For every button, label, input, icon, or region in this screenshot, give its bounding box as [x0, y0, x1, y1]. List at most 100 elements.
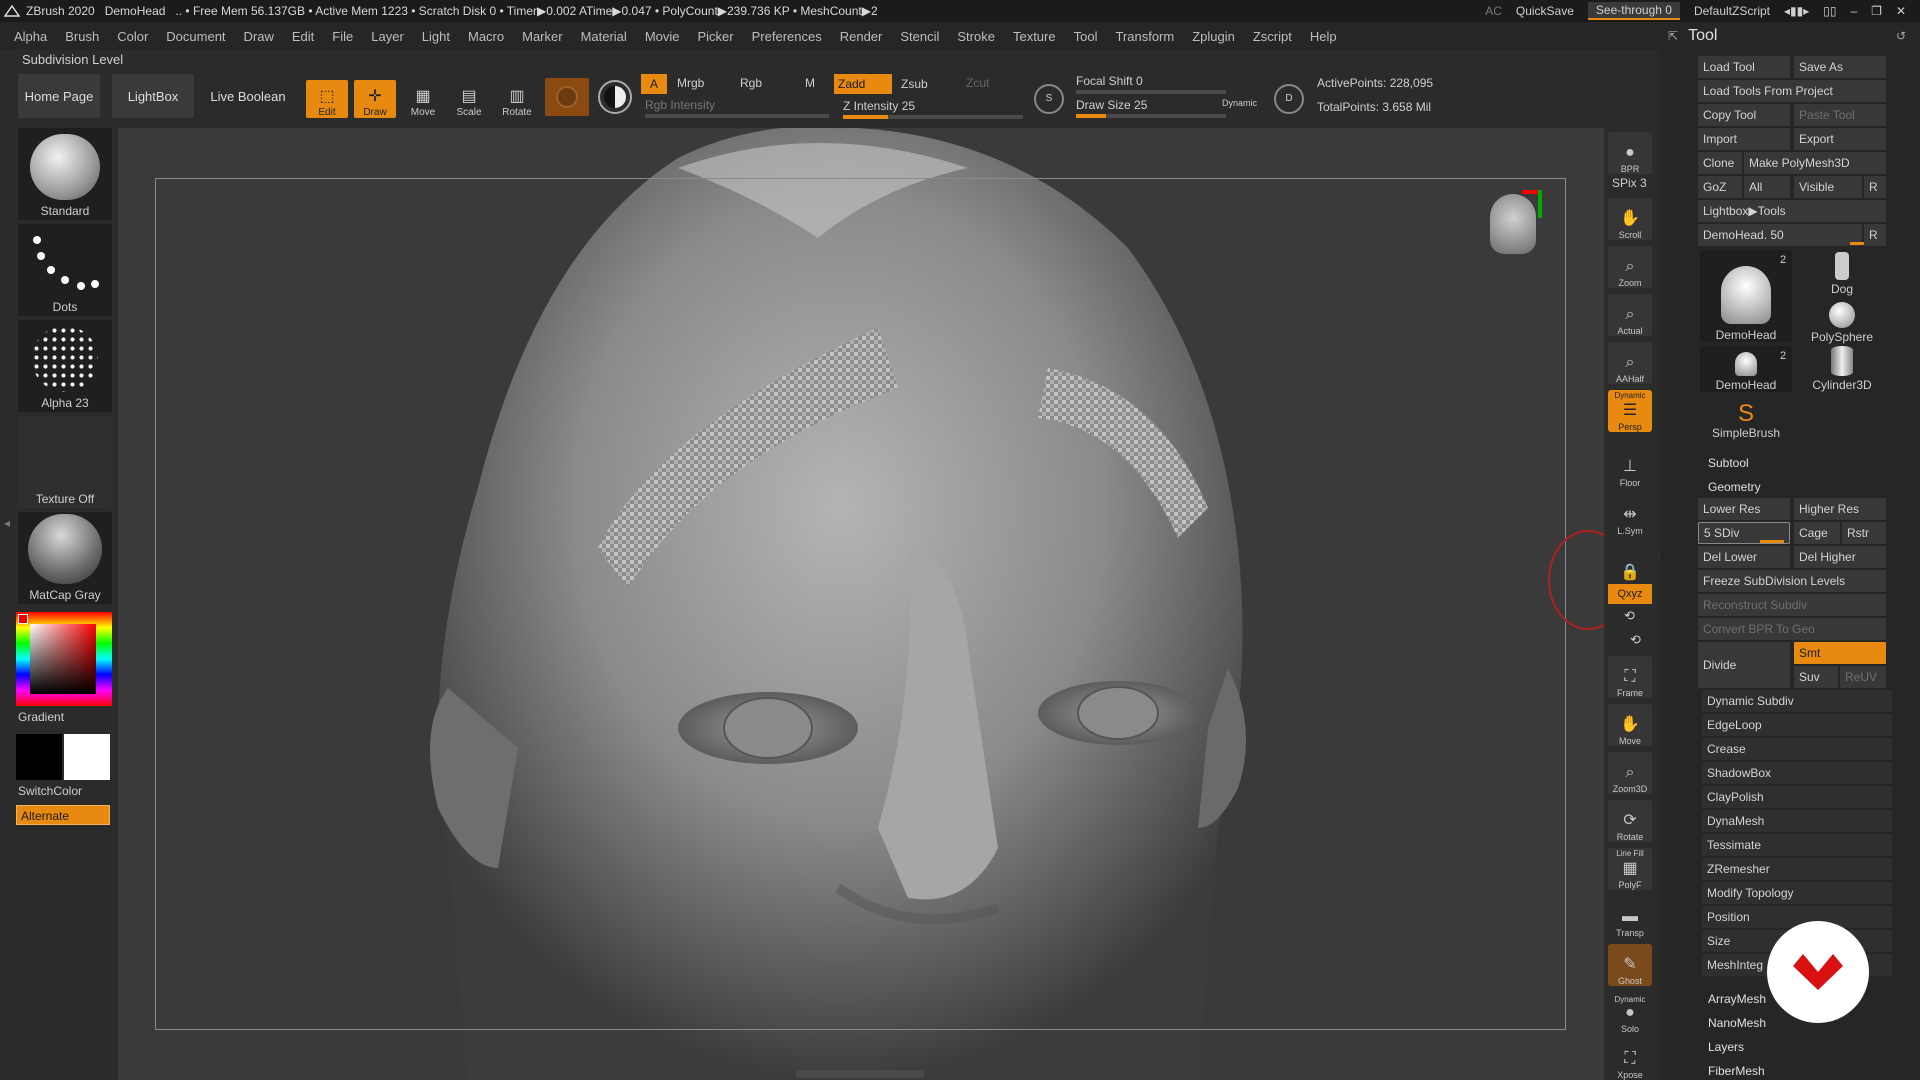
- goz-button[interactable]: GoZ: [1698, 176, 1742, 198]
- aahalf-button[interactable]: ⌕ AAHalf: [1608, 342, 1652, 384]
- copy-tool-button[interactable]: Copy Tool: [1698, 104, 1790, 126]
- a-toggle[interactable]: A: [641, 74, 667, 94]
- move-mode-button[interactable]: ▦ Move: [402, 80, 444, 119]
- zoom-button[interactable]: ⌕ Zoom: [1608, 246, 1652, 288]
- menu-picker[interactable]: Picker: [698, 29, 734, 44]
- lightbox-button[interactable]: LightBox: [112, 74, 194, 118]
- texture-mode-button[interactable]: [598, 80, 632, 114]
- nanomesh-header[interactable]: NanoMesh: [1708, 1016, 1766, 1030]
- scroll-button[interactable]: ✋ Scroll: [1608, 198, 1652, 240]
- stroke-selector[interactable]: Dots: [18, 224, 112, 316]
- secondary-color-swatch[interactable]: [64, 734, 110, 780]
- z-rotate-icon[interactable]: ⟲: [1630, 632, 1641, 648]
- lock-button[interactable]: 🔒: [1608, 542, 1652, 584]
- goz-r-button[interactable]: R: [1864, 176, 1886, 198]
- bpr-render-button[interactable]: ● BPR: [1608, 132, 1652, 174]
- menu-alpha[interactable]: Alpha: [14, 29, 47, 44]
- current-tool-r-button[interactable]: R: [1864, 224, 1886, 246]
- close-icon[interactable]: ✕: [1896, 4, 1906, 18]
- import-button[interactable]: Import: [1698, 128, 1790, 150]
- lsym-button[interactable]: ⇹ L.Sym: [1608, 494, 1652, 536]
- actual-button[interactable]: ⌕ Actual: [1608, 294, 1652, 336]
- navigation-skull-gizmo[interactable]: [1486, 190, 1542, 280]
- tool-thumb-cylinder3d[interactable]: Cylinder3D: [1796, 346, 1888, 392]
- material-selector[interactable]: MatCap Gray: [18, 512, 112, 604]
- switch-color-button[interactable]: SwitchColor: [18, 784, 82, 798]
- lightbox-tools-button[interactable]: Lightbox▶Tools: [1698, 200, 1886, 222]
- clone-button[interactable]: Clone: [1698, 152, 1742, 174]
- solo-button[interactable]: Dynamic ● Solo: [1608, 992, 1652, 1034]
- divide-button[interactable]: Divide: [1698, 642, 1790, 688]
- move-view-button[interactable]: ✋ Move: [1608, 704, 1652, 746]
- menu-zplugin[interactable]: Zplugin: [1192, 29, 1235, 44]
- menu-zscript[interactable]: Zscript: [1253, 29, 1292, 44]
- menu-layer[interactable]: Layer: [371, 29, 404, 44]
- floor-button[interactable]: ⊥ Floor: [1608, 446, 1652, 488]
- left-collapse-icon[interactable]: ◂: [4, 516, 10, 530]
- polyf-button[interactable]: Line Fill ▦ PolyF: [1608, 848, 1652, 890]
- save-as-button[interactable]: Save As: [1794, 56, 1886, 78]
- persp-button[interactable]: Dynamic ☰ Persp: [1608, 390, 1652, 432]
- m-toggle[interactable]: M: [805, 76, 815, 90]
- freeze-subdivision-button[interactable]: Freeze SubDivision Levels: [1698, 570, 1886, 592]
- zadd-toggle[interactable]: Zadd: [834, 74, 892, 94]
- rgb-toggle[interactable]: Rgb: [740, 76, 762, 90]
- menu-stroke[interactable]: Stroke: [957, 29, 995, 44]
- dynamic-toggle[interactable]: Dynamic: [1222, 98, 1257, 108]
- geometry-header[interactable]: Geometry: [1708, 480, 1761, 494]
- dynamesh-section[interactable]: DynaMesh: [1702, 810, 1892, 832]
- menu-movie[interactable]: Movie: [645, 29, 680, 44]
- menu-transform[interactable]: Transform: [1115, 29, 1174, 44]
- alternate-button[interactable]: Alternate: [16, 805, 110, 825]
- goz-visible-button[interactable]: Visible: [1794, 176, 1862, 198]
- menu-light[interactable]: Light: [422, 29, 450, 44]
- tool-thumb-dog[interactable]: Dog: [1796, 250, 1888, 296]
- rotate-mode-button[interactable]: ▥ Rotate: [496, 80, 538, 119]
- tool-thumb-demohead[interactable]: DemoHead: [1700, 250, 1792, 342]
- menu-macro[interactable]: Macro: [468, 29, 504, 44]
- export-button[interactable]: Export: [1794, 128, 1886, 150]
- rstr-button[interactable]: Rstr: [1842, 522, 1886, 544]
- palette-reset-icon[interactable]: ↺: [1896, 29, 1906, 43]
- zcut-toggle[interactable]: Zcut: [966, 76, 989, 90]
- menu-marker[interactable]: Marker: [522, 29, 562, 44]
- tool-thumb-simplebrush[interactable]: S SimpleBrush: [1700, 394, 1792, 441]
- live-boolean-button[interactable]: Live Boolean: [206, 74, 290, 118]
- xpose-button[interactable]: ⛶ Xpose: [1608, 1038, 1652, 1080]
- rotate-view-button[interactable]: ⟳ Rotate: [1608, 800, 1652, 842]
- quicksave-button[interactable]: QuickSave: [1516, 4, 1574, 18]
- layout-icon[interactable]: ▯▯: [1823, 4, 1836, 18]
- menu-material[interactable]: Material: [581, 29, 627, 44]
- shadowbox-section[interactable]: ShadowBox: [1702, 762, 1892, 784]
- fibermesh-header[interactable]: FiberMesh: [1708, 1064, 1765, 1078]
- load-tool-button[interactable]: Load Tool: [1698, 56, 1790, 78]
- del-higher-button[interactable]: Del Higher: [1794, 546, 1886, 568]
- draw-size-icon[interactable]: D: [1274, 84, 1304, 114]
- tool-thumb-polysphere[interactable]: PolySphere: [1796, 298, 1888, 344]
- menu-file[interactable]: File: [332, 29, 353, 44]
- palette-pin-icon[interactable]: ⇱: [1668, 29, 1678, 43]
- convert-bpr-button[interactable]: Convert BPR To Geo: [1698, 618, 1886, 640]
- edgeloop-section[interactable]: EdgeLoop: [1702, 714, 1892, 736]
- menu-stencil[interactable]: Stencil: [900, 29, 939, 44]
- subtool-header[interactable]: Subtool: [1708, 456, 1749, 470]
- menu-help[interactable]: Help: [1310, 29, 1337, 44]
- menu-edit[interactable]: Edit: [292, 29, 314, 44]
- rgb-intensity-slider[interactable]: [645, 114, 829, 118]
- arraymesh-header[interactable]: ArrayMesh: [1708, 992, 1766, 1006]
- z-intensity-slider[interactable]: [843, 115, 1023, 119]
- home-page-button[interactable]: Home Page: [18, 74, 100, 118]
- main-color-swatch[interactable]: [16, 734, 62, 780]
- menu-color[interactable]: Color: [117, 29, 148, 44]
- claypolish-section[interactable]: ClayPolish: [1702, 786, 1892, 808]
- layers-header[interactable]: Layers: [1708, 1040, 1744, 1054]
- tessimate-section[interactable]: Tessimate: [1702, 834, 1892, 856]
- menu-render[interactable]: Render: [840, 29, 883, 44]
- bottom-shelf-handle[interactable]: [796, 1070, 924, 1078]
- mrgb-toggle[interactable]: Mrgb: [677, 76, 704, 90]
- suv-toggle[interactable]: Suv: [1794, 666, 1838, 688]
- menu-draw[interactable]: Draw: [244, 29, 274, 44]
- load-tools-from-project-button[interactable]: Load Tools From Project: [1698, 80, 1886, 102]
- paste-tool-button[interactable]: Paste Tool: [1794, 104, 1886, 126]
- tool-thumb-demohead-2[interactable]: DemoHead: [1700, 346, 1792, 392]
